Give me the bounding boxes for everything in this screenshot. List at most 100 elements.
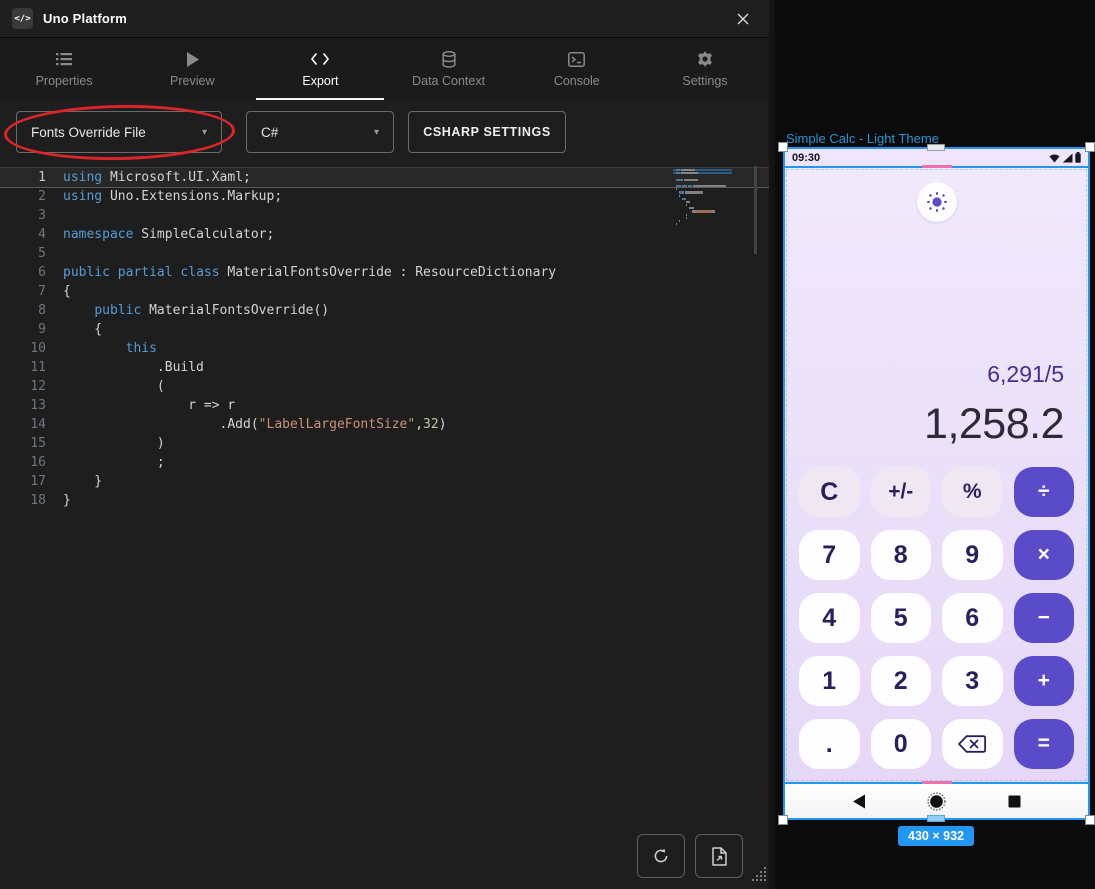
key-0[interactable]: 0 — [871, 719, 932, 769]
list-icon — [56, 50, 72, 68]
tab-data-context[interactable]: Data Context — [385, 38, 513, 100]
key-multiply[interactable]: × — [1014, 530, 1075, 580]
close-icon — [736, 12, 750, 26]
selection-handle-top-center[interactable] — [927, 144, 945, 151]
language-select-value: C# — [261, 125, 278, 140]
code-line: 7{ — [0, 282, 769, 301]
uno-platform-logo-icon: </> — [12, 8, 33, 29]
code-editor[interactable]: 1using Microsoft.UI.Xaml;2using Uno.Exte… — [0, 164, 769, 823]
key-8[interactable]: 8 — [871, 530, 932, 580]
selection-handle-top-right[interactable] — [1085, 142, 1095, 152]
pink-anchor-handle[interactable] — [922, 781, 952, 784]
tab-label: Export — [302, 74, 338, 88]
status-bar: 09:30 — [785, 149, 1088, 166]
key-clear[interactable]: C — [799, 467, 860, 517]
refresh-icon — [652, 847, 670, 865]
devtools-panel: </> Uno Platform Properties Preview Expo… — [0, 0, 775, 889]
sun-icon — [926, 191, 948, 213]
refresh-button[interactable] — [637, 834, 685, 878]
line-number: 12 — [0, 377, 46, 396]
code-line: 6public partial class MaterialFontsOverr… — [0, 263, 769, 282]
title-bar: </> Uno Platform — [0, 0, 769, 38]
tab-export[interactable]: Export — [256, 38, 384, 100]
android-nav-bar — [785, 784, 1088, 818]
square-icon — [1008, 795, 1021, 808]
code-line: 10 this — [0, 339, 769, 358]
size-badge: 430 × 932 — [898, 826, 974, 846]
tab-preview[interactable]: Preview — [128, 38, 256, 100]
key-2[interactable]: 2 — [871, 656, 932, 706]
code-line: 1using Microsoft.UI.Xaml; — [0, 168, 769, 187]
calculator-view: 6,291/5 1,258.2 C+/-%÷ 789× 456− 123+.0 = — [785, 168, 1088, 782]
close-button[interactable] — [729, 5, 757, 33]
key-6[interactable]: 6 — [942, 593, 1003, 643]
nav-home-button[interactable] — [927, 792, 946, 811]
line-number: 13 — [0, 396, 46, 415]
nav-recents-button[interactable] — [1008, 795, 1021, 808]
code-lines: 1using Microsoft.UI.Xaml;2using Uno.Exte… — [0, 168, 769, 510]
tab-label: Preview — [170, 74, 214, 88]
key-4[interactable]: 4 — [799, 593, 860, 643]
export-file-button[interactable] — [695, 834, 743, 878]
line-number: 10 — [0, 339, 46, 358]
line-number: 9 — [0, 320, 46, 339]
key-3[interactable]: 3 — [942, 656, 1003, 706]
selection-handle-top-left[interactable] — [778, 142, 788, 152]
selection-handle-bottom-right[interactable] — [1085, 815, 1095, 825]
line-number: 6 — [0, 263, 46, 282]
key-decimal[interactable]: . — [799, 719, 860, 769]
play-icon — [186, 50, 199, 68]
tab-settings[interactable]: Settings — [641, 38, 769, 100]
line-number: 2 — [0, 187, 46, 206]
calculator-display: 6,291/5 1,258.2 — [785, 361, 1088, 465]
key-9[interactable]: 9 — [942, 530, 1003, 580]
status-time: 09:30 — [792, 152, 820, 164]
tab-console[interactable]: Console — [513, 38, 641, 100]
key-backspace[interactable] — [942, 719, 1003, 769]
key-plus-minus[interactable]: +/- — [871, 467, 932, 517]
code-line: 4namespace SimpleCalculator; — [0, 225, 769, 244]
tab-bar: Properties Preview Export Data Context C… — [0, 38, 769, 100]
key-subtract[interactable]: − — [1014, 593, 1075, 643]
back-triangle-icon — [852, 794, 866, 809]
language-select-dropdown[interactable]: C# ▾ — [246, 111, 394, 153]
line-number: 1 — [0, 168, 46, 187]
key-add[interactable]: + — [1014, 656, 1075, 706]
file-select-dropdown[interactable]: Fonts Override File ▾ — [16, 111, 222, 153]
tab-label: Properties — [36, 74, 93, 88]
code-line: 3 — [0, 206, 769, 225]
wifi-icon — [1049, 153, 1060, 163]
selection-handle-bottom-left[interactable] — [778, 815, 788, 825]
tab-properties[interactable]: Properties — [0, 38, 128, 100]
resize-grip[interactable] — [751, 866, 767, 887]
selection-border-bottom — [785, 782, 1088, 784]
line-number: 8 — [0, 301, 46, 320]
signal-icon — [1062, 153, 1073, 163]
code-line: 2using Uno.Extensions.Markup; — [0, 187, 769, 206]
nav-back-button[interactable] — [852, 794, 866, 809]
line-number: 17 — [0, 472, 46, 491]
csharp-settings-button[interactable]: CSHARP SETTINGS — [408, 111, 566, 153]
theme-toggle-button[interactable] — [917, 182, 957, 222]
phone-preview-frame[interactable]: 09:30 6,291/5 1,258.2 C+/-%÷ 789× 4 — [783, 147, 1090, 820]
code-line: 16 ; — [0, 453, 769, 472]
key-1[interactable]: 1 — [799, 656, 860, 706]
preview-element-label[interactable]: Simple Calc - Light Theme — [786, 131, 939, 146]
display-result: 1,258.2 — [809, 400, 1064, 449]
file-export-icon — [711, 847, 728, 866]
minimap[interactable] — [676, 169, 729, 226]
uno-platform-window: </> Uno Platform Properties Preview Expo… — [0, 0, 1095, 889]
key-divide[interactable]: ÷ — [1014, 467, 1075, 517]
scrollbar-thumb[interactable] — [754, 166, 757, 254]
tab-label: Data Context — [412, 74, 485, 88]
key-equals[interactable]: = — [1014, 719, 1075, 769]
key-5[interactable]: 5 — [871, 593, 932, 643]
selection-handle-bottom-center[interactable] — [927, 815, 945, 822]
code-line: 8 public MaterialFontsOverride() — [0, 301, 769, 320]
code-line: 5 — [0, 244, 769, 263]
key-percent[interactable]: % — [942, 467, 1003, 517]
key-7[interactable]: 7 — [799, 530, 860, 580]
code-line: 15 ) — [0, 434, 769, 453]
file-select-value: Fonts Override File — [31, 125, 146, 140]
chevron-down-icon: ▾ — [374, 127, 379, 138]
